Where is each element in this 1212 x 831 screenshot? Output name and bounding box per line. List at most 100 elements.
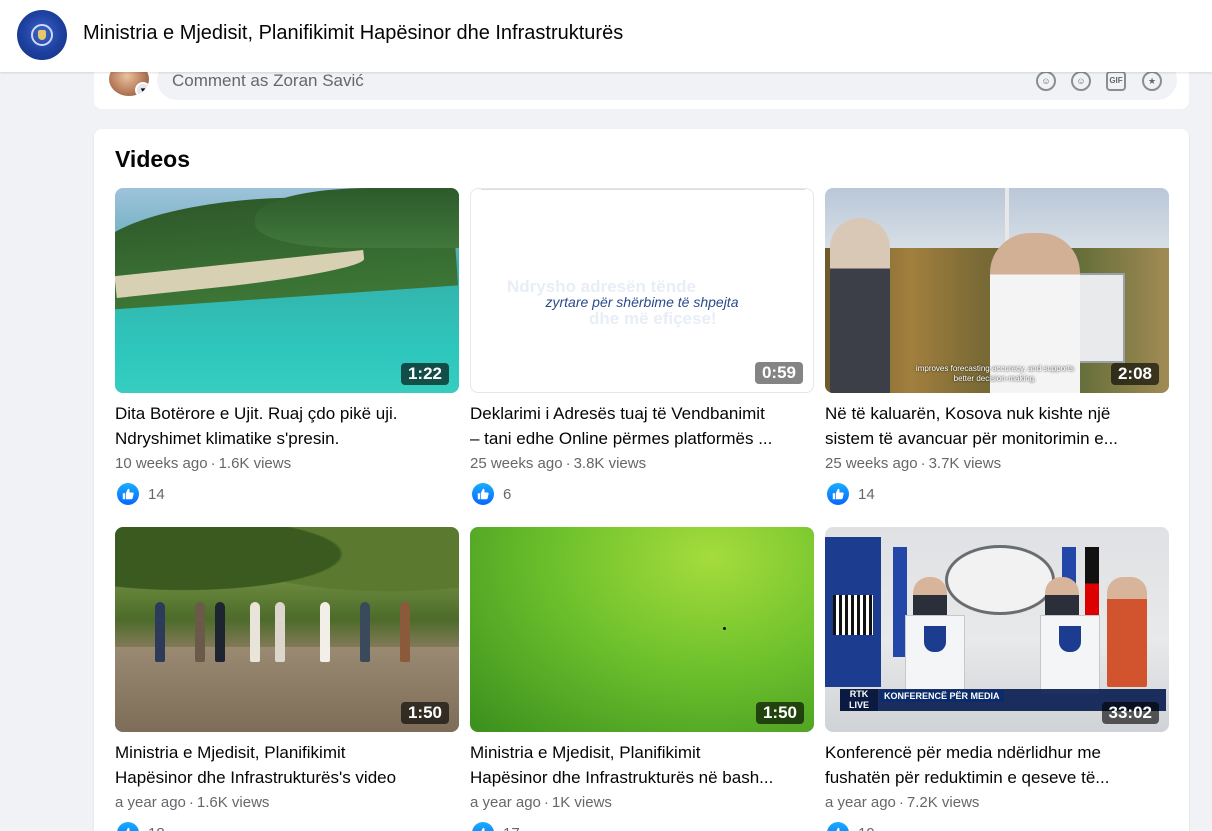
- video-views: 1.6K views: [218, 455, 292, 472]
- like-count: 19: [858, 825, 875, 831]
- thumb-channel-logo: RTK LIVE: [840, 689, 878, 711]
- videos-heading: Videos: [115, 146, 190, 172]
- like-icon: [472, 483, 494, 505]
- video-item[interactable]: improves forecasting accuracy, and suppo…: [825, 188, 1169, 507]
- video-item[interactable]: 1:50 Ministria e Mjedisit, Planifikimit …: [470, 527, 814, 831]
- video-meta: 10 weeks ago · 1.6K views: [115, 455, 459, 477]
- thumb-hill: [255, 188, 459, 248]
- video-item[interactable]: RTK LIVE KONFERENCË PËR MEDIA 33:02 Konf…: [825, 527, 1169, 831]
- video-title[interactable]: Konferencë për media ndërlidhur me fusha…: [825, 740, 1169, 790]
- video-item[interactable]: 1:50 Ministria e Mjedisit, Planifikimit …: [115, 527, 459, 831]
- video-age[interactable]: a year ago: [825, 794, 896, 811]
- meta-dot: ·: [210, 455, 216, 472]
- video-age[interactable]: a year ago: [115, 794, 186, 811]
- thumb-ghost-text: dhe më efiçese!: [589, 309, 717, 328]
- video-title-line: sistem të avancuar për monitorimin e...: [825, 429, 1118, 448]
- video-title-line: Konferencë për media ndërlidhur me: [825, 743, 1101, 762]
- video-thumbnail[interactable]: 1:22: [115, 188, 459, 393]
- video-reactions[interactable]: 14: [115, 481, 459, 507]
- page-header: Ministria e Mjedisit, Planifikimit Hapës…: [0, 0, 1212, 72]
- thumb-podium: [905, 615, 965, 695]
- video-title-line: Hapësinor dhe Infrastrukturës në bash...: [470, 768, 774, 787]
- thumb-person: [195, 602, 205, 662]
- videos-section: Videos 1:22 Dita Botërore e Ujit. Ruaj ç…: [94, 129, 1189, 831]
- video-meta: a year ago · 1K views: [470, 794, 814, 816]
- video-title[interactable]: Dita Botërore e Ujit. Ruaj çdo pikë uji.…: [115, 401, 459, 451]
- avatar-icon[interactable]: ☺: [1036, 71, 1056, 91]
- video-duration: 2:08: [1110, 363, 1159, 385]
- coat-of-arms-icon: [31, 24, 53, 46]
- video-item[interactable]: Ndrysho adresën tënde zyrtare për shërbi…: [470, 188, 814, 507]
- video-duration: 0:59: [754, 362, 803, 384]
- video-thumbnail[interactable]: 1:50: [115, 527, 459, 732]
- video-title-line: – tani edhe Online përmes platformës ...: [470, 429, 773, 448]
- qr-code-icon: [833, 595, 873, 635]
- like-count: 17: [503, 825, 520, 831]
- video-meta: 25 weeks ago · 3.8K views: [470, 455, 814, 477]
- video-views: 3.8K views: [573, 455, 647, 472]
- thumb-person: [320, 602, 330, 662]
- video-title-line: Ministria e Mjedisit, Planifikimit: [115, 743, 346, 762]
- meta-dot: ·: [543, 794, 549, 811]
- video-views: 1.6K views: [196, 794, 270, 811]
- video-title-line: Në të kaluarën, Kosova nuk kishte një: [825, 404, 1111, 423]
- video-title[interactable]: Në të kaluarën, Kosova nuk kishte një si…: [825, 401, 1169, 451]
- video-age[interactable]: a year ago: [470, 794, 541, 811]
- chevron-down-icon[interactable]: ▾: [135, 82, 149, 96]
- video-title-line: Hapësinor dhe Infrastrukturës's video: [115, 768, 397, 787]
- thumb-person: [250, 602, 260, 662]
- comment-placeholder: Comment as Zoran Savić: [172, 71, 364, 90]
- video-thumbnail[interactable]: RTK LIVE KONFERENCË PËR MEDIA 33:02: [825, 527, 1169, 732]
- video-duration: 1:22: [400, 363, 449, 385]
- meta-dot: ·: [565, 455, 571, 472]
- video-age[interactable]: 25 weeks ago: [825, 455, 918, 472]
- thumb-person: [215, 602, 225, 662]
- thumb-lower-title: KONFERENCË PËR MEDIA: [880, 690, 1004, 702]
- video-title[interactable]: Deklarimi i Adresës tuaj të Vendbanimit …: [470, 401, 814, 451]
- like-count: 6: [503, 485, 512, 503]
- video-reactions[interactable]: 19: [825, 820, 1169, 831]
- video-reactions[interactable]: 18: [115, 820, 459, 831]
- video-views: 3.7K views: [928, 455, 1002, 472]
- video-title[interactable]: Ministria e Mjedisit, Planifikimit Hapës…: [470, 740, 814, 790]
- thumb-caption: improves forecasting accuracy, and suppo…: [915, 364, 1075, 383]
- video-duration: 1:50: [755, 702, 804, 724]
- like-count: 14: [148, 485, 165, 503]
- thumb-line: [481, 189, 805, 190]
- emoji-icon[interactable]: ☺: [1071, 71, 1091, 91]
- thumb-person: [360, 602, 370, 662]
- video-views: 7.2K views: [906, 794, 980, 811]
- video-title-line: Deklarimi i Adresës tuaj të Vendbanimit: [470, 404, 765, 423]
- video-reactions[interactable]: 14: [825, 481, 1169, 507]
- video-meta: a year ago · 1.6K views: [115, 794, 459, 816]
- video-title[interactable]: Ministria e Mjedisit, Planifikimit Hapës…: [115, 740, 459, 790]
- thumb-person: [155, 602, 165, 662]
- video-thumbnail[interactable]: 1:50: [470, 527, 814, 732]
- thumb-person: [830, 218, 890, 393]
- video-item[interactable]: 1:22 Dita Botërore e Ujit. Ruaj çdo pikë…: [115, 188, 459, 507]
- page-avatar[interactable]: [17, 10, 67, 60]
- video-duration: 1:50: [400, 702, 449, 724]
- sticker-icon[interactable]: ★: [1142, 71, 1162, 91]
- gif-icon[interactable]: GIF: [1106, 71, 1126, 91]
- meta-dot: ·: [188, 794, 194, 811]
- video-meta: 25 weeks ago · 3.7K views: [825, 455, 1169, 477]
- video-thumbnail[interactable]: Ndrysho adresën tënde zyrtare për shërbi…: [470, 188, 814, 393]
- thumb-person: [400, 602, 410, 662]
- thumb-person: [1107, 577, 1147, 687]
- meta-dot: ·: [898, 794, 904, 811]
- like-count: 14: [858, 485, 875, 503]
- like-icon: [827, 483, 849, 505]
- thumb-emblem: [945, 545, 1055, 615]
- video-meta: a year ago · 7.2K views: [825, 794, 1169, 816]
- video-age[interactable]: 25 weeks ago: [470, 455, 563, 472]
- page-title[interactable]: Ministria e Mjedisit, Planifikimit Hapës…: [83, 22, 623, 45]
- like-icon: [117, 483, 139, 505]
- video-title-line: Dita Botërore e Ujit. Ruaj çdo pikë uji.: [115, 404, 398, 423]
- video-age[interactable]: 10 weeks ago: [115, 455, 208, 472]
- video-reactions[interactable]: 17: [470, 820, 814, 831]
- video-reactions[interactable]: 6: [470, 481, 814, 507]
- video-title-line: fushatën për reduktimin e qeseve të...: [825, 768, 1110, 787]
- video-thumbnail[interactable]: improves forecasting accuracy, and suppo…: [825, 188, 1169, 393]
- thumb-dot: [723, 627, 726, 630]
